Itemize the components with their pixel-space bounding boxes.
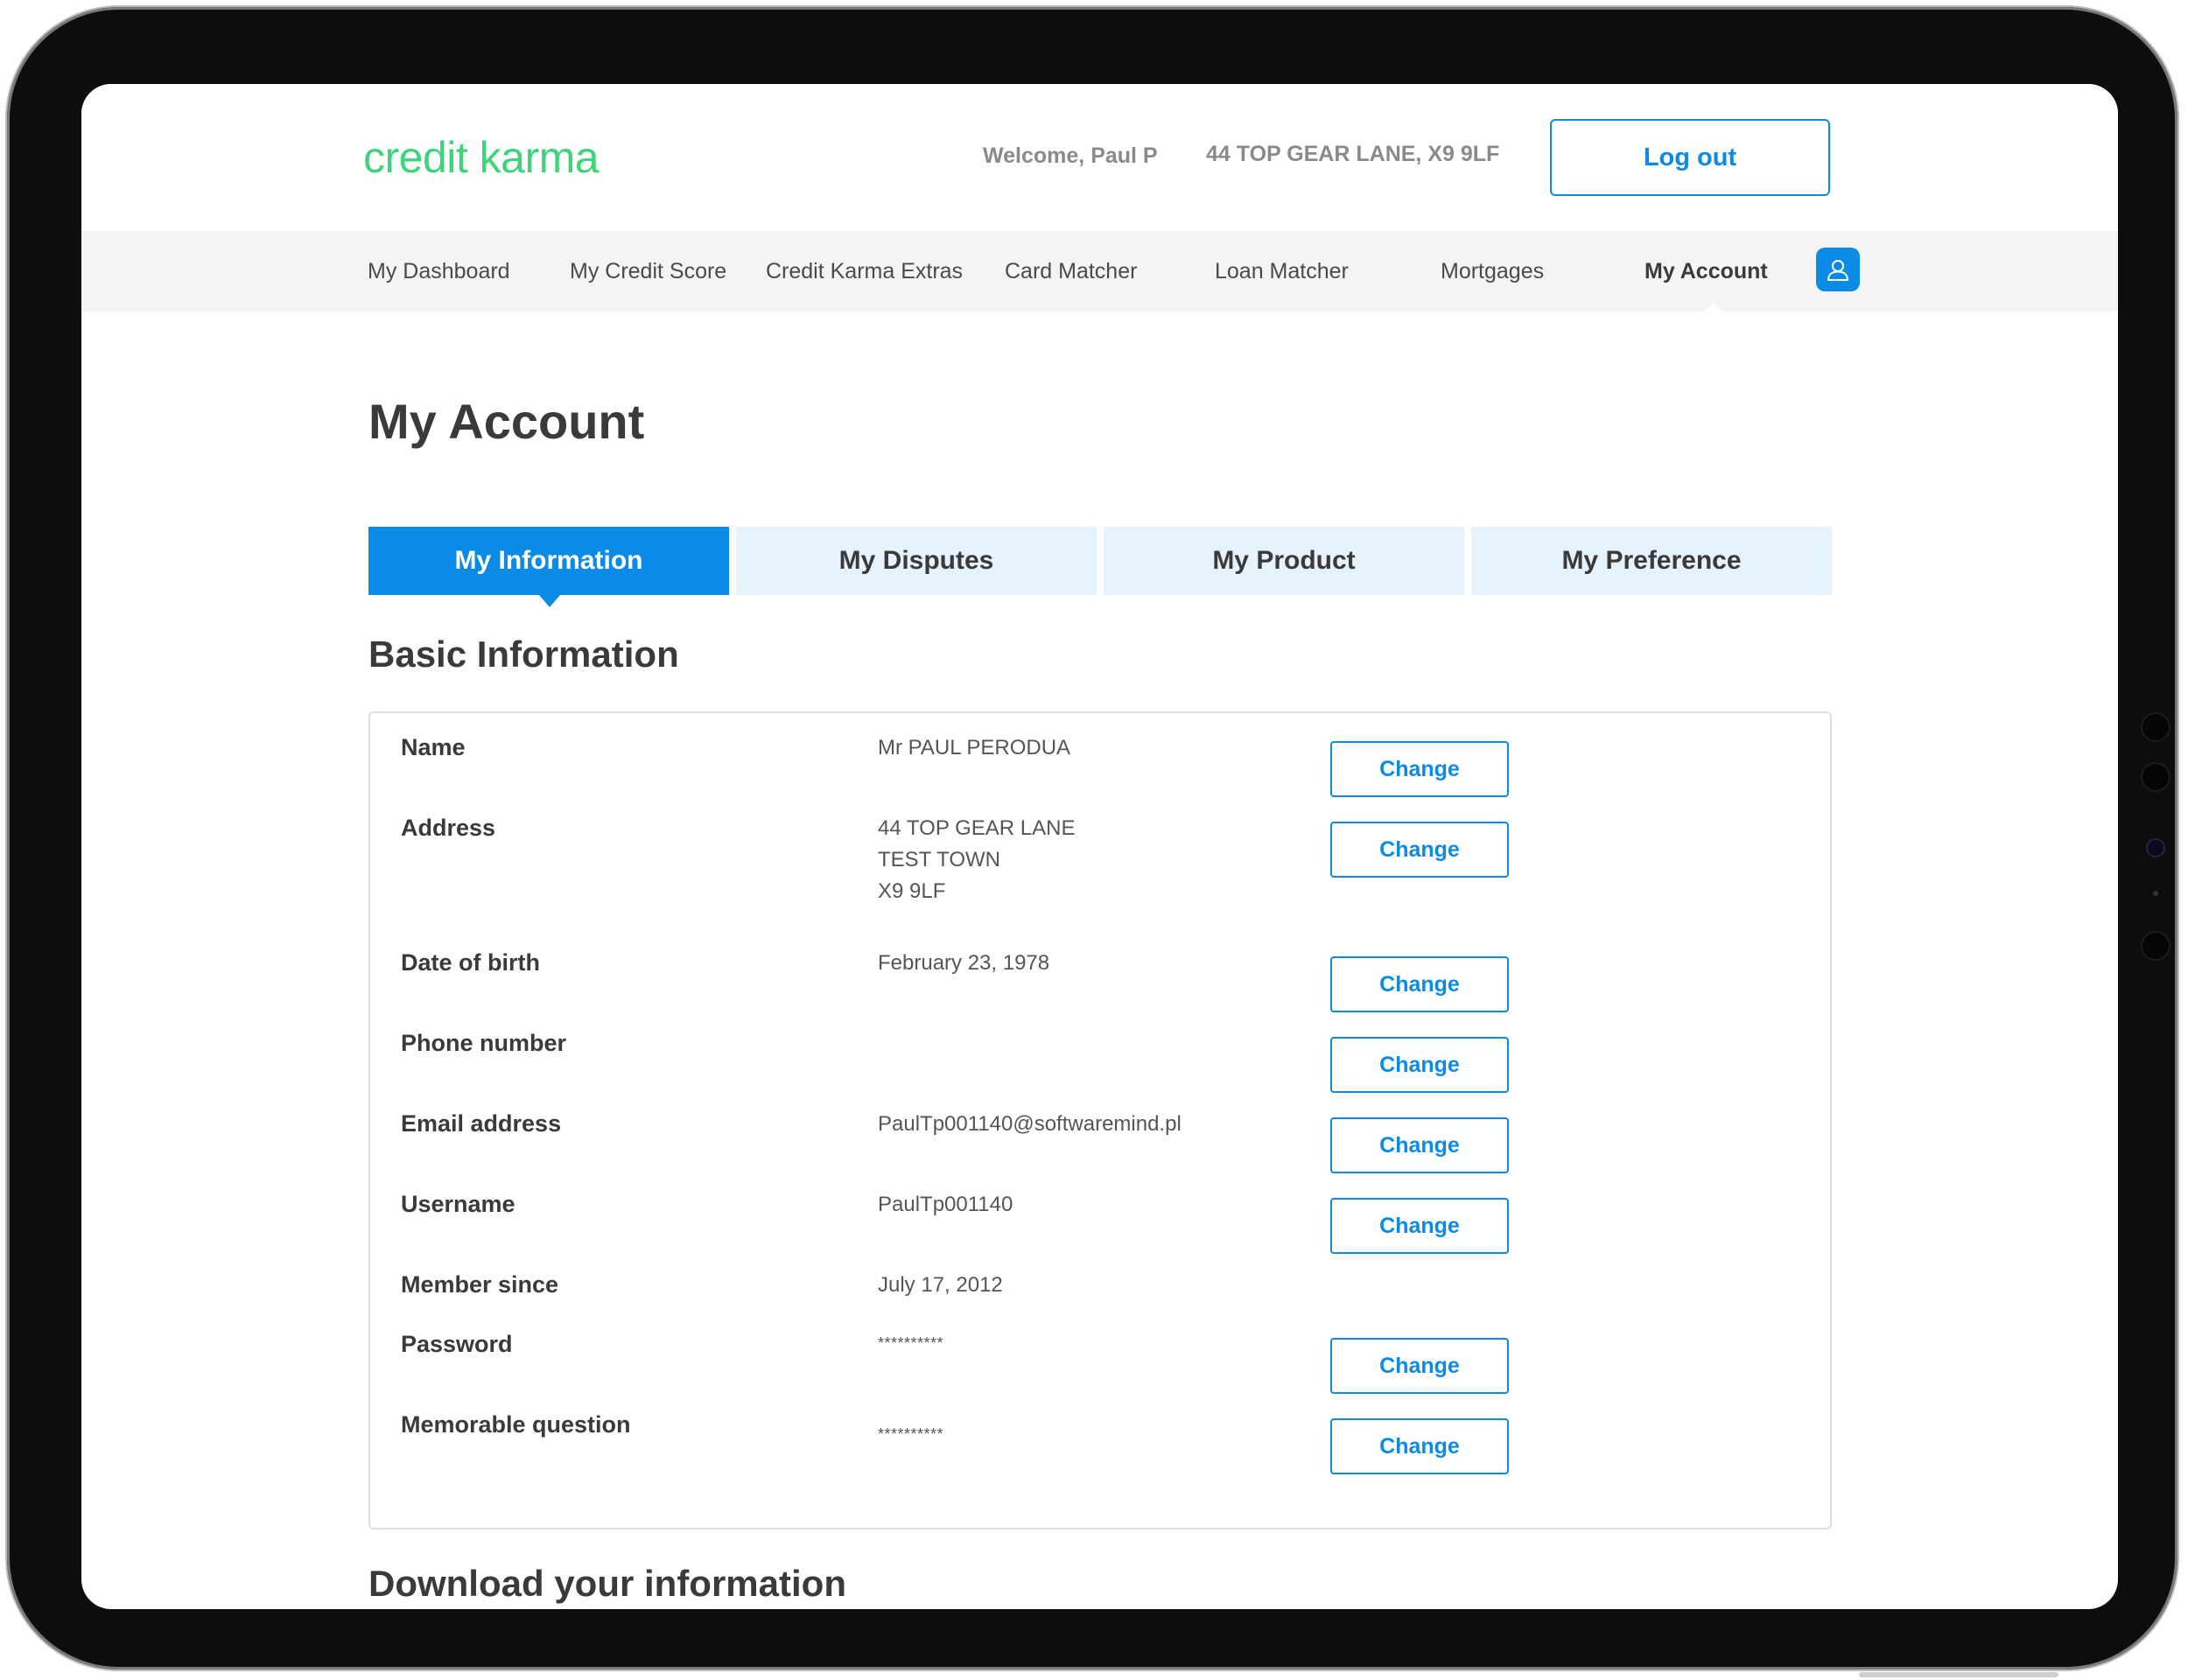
- row-value-username: PaulTp001140: [878, 1193, 1013, 1216]
- row-value-address: 44 TOP GEAR LANE TEST TOWN X9 9LF: [878, 816, 1076, 903]
- app-screen: credit karma Welcome, Paul P 44 TOP GEAR…: [81, 84, 2118, 1609]
- row-label-username: Username: [401, 1191, 515, 1217]
- change-email-address-button[interactable]: Change: [1330, 1117, 1509, 1173]
- section-title-download-your-information: Download your information: [368, 1563, 846, 1604]
- nav-item-loan-matcher[interactable]: Loan Matcher: [1215, 259, 1349, 284]
- nav-item-card-matcher[interactable]: Card Matcher: [1005, 259, 1137, 284]
- section-title-basic-information: Basic Information: [368, 634, 679, 675]
- sensor-dot: [2142, 764, 2169, 790]
- change-username-button[interactable]: Change: [1330, 1198, 1509, 1254]
- row-value-email-address: PaulTp001140@softwaremind.pl: [878, 1112, 1182, 1136]
- main-nav: My Dashboard My Credit Score Credit Karm…: [81, 231, 2118, 312]
- row-value-member-since: July 17, 2012: [878, 1273, 1003, 1297]
- row-label-date-of-birth: Date of birth: [401, 949, 540, 976]
- tab-my-product[interactable]: My Product: [1104, 527, 1464, 595]
- row-label-name: Name: [401, 734, 466, 760]
- tablet-frame: credit karma Welcome, Paul P 44 TOP GEAR…: [7, 7, 2177, 1670]
- row-label-email-address: Email address: [401, 1110, 562, 1137]
- change-phone-number-button[interactable]: Change: [1330, 1037, 1509, 1093]
- nav-item-credit-karma-extras[interactable]: Credit Karma Extras: [766, 259, 963, 284]
- active-tab-pointer: [539, 595, 560, 607]
- logout-button[interactable]: Log out: [1550, 119, 1830, 196]
- sensor-dot: [2142, 933, 2169, 959]
- profile-button[interactable]: [1816, 248, 1860, 291]
- credit-karma-logo[interactable]: credit karma: [363, 132, 600, 183]
- change-name-button[interactable]: Change: [1330, 741, 1509, 797]
- change-address-button[interactable]: Change: [1330, 822, 1509, 878]
- row-label-member-since: Member since: [401, 1271, 559, 1298]
- device-button: [1953, 1672, 2058, 1677]
- nav-item-mortgages[interactable]: Mortgages: [1441, 259, 1544, 284]
- basic-information-card: Name Mr PAUL PERODUA Change Address 44 T…: [368, 711, 1832, 1530]
- site-header: credit karma Welcome, Paul P 44 TOP GEAR…: [81, 84, 2118, 231]
- change-password-button[interactable]: Change: [1330, 1338, 1509, 1394]
- active-nav-indicator: [1704, 303, 1723, 312]
- tab-my-preference[interactable]: My Preference: [1471, 527, 1832, 595]
- device-button: [1859, 1672, 1964, 1677]
- tab-my-information[interactable]: My Information: [368, 527, 729, 595]
- tab-my-disputes[interactable]: My Disputes: [736, 527, 1097, 595]
- header-address: 44 TOP GEAR LANE, X9 9LF: [1206, 142, 1500, 166]
- user-icon: [1827, 260, 1848, 281]
- nav-item-my-account[interactable]: My Account: [1645, 259, 1768, 284]
- row-value-name: Mr PAUL PERODUA: [878, 736, 1071, 760]
- row-value-password: **********: [878, 1334, 944, 1352]
- nav-item-my-credit-score[interactable]: My Credit Score: [570, 259, 726, 284]
- camera-icon: [2148, 840, 2163, 856]
- row-label-memorable-question: Memorable question: [401, 1411, 631, 1438]
- sensor-dot: [2142, 714, 2169, 740]
- row-label-address: Address: [401, 815, 496, 841]
- row-label-password: Password: [401, 1331, 513, 1357]
- row-value-memorable-question: **********: [878, 1425, 944, 1443]
- change-memorable-question-button[interactable]: Change: [1330, 1418, 1509, 1474]
- page-title: My Account: [368, 394, 645, 449]
- change-date-of-birth-button[interactable]: Change: [1330, 956, 1509, 1012]
- sensor-dot: [2153, 891, 2158, 896]
- row-value-date-of-birth: February 23, 1978: [878, 951, 1050, 975]
- row-label-phone-number: Phone number: [401, 1030, 567, 1056]
- account-tabs: My Information My Disputes My Product My…: [368, 527, 1832, 607]
- nav-item-my-dashboard[interactable]: My Dashboard: [368, 259, 510, 284]
- welcome-text: Welcome, Paul P: [983, 144, 1158, 168]
